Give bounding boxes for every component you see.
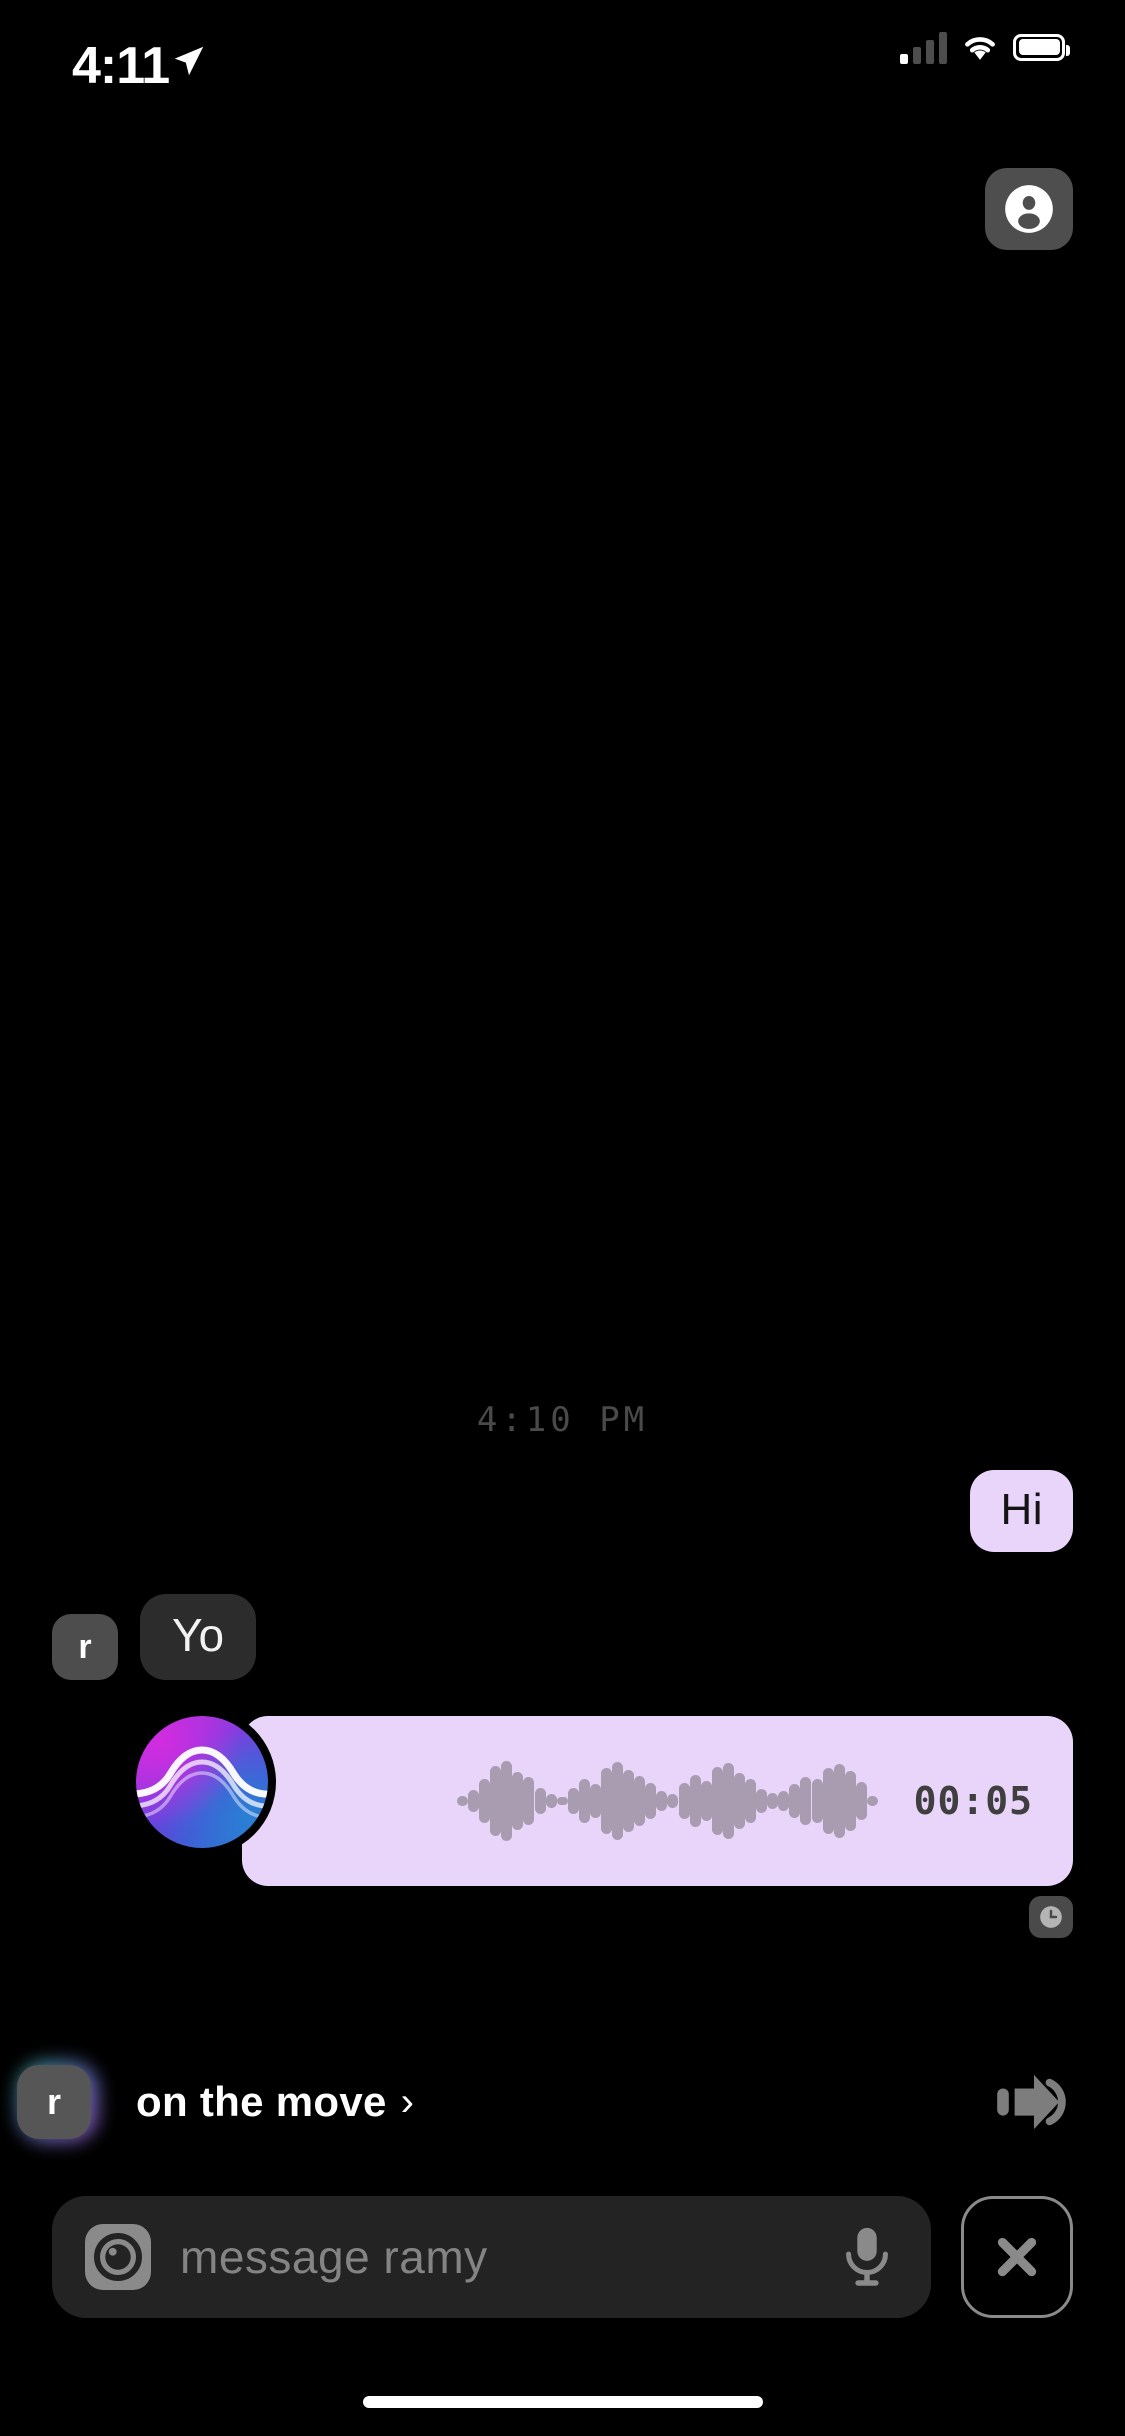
- waveform-bar: [601, 1768, 613, 1834]
- message-composer: message ramy: [0, 2196, 1125, 2318]
- waveform-bar: [789, 1784, 801, 1818]
- waveform-bar: [634, 1776, 646, 1826]
- location-arrow-icon: [174, 46, 204, 76]
- waveform-bar: [457, 1796, 468, 1806]
- voice-message-bubble[interactable]: 00:05: [242, 1716, 1073, 1886]
- waveform-bar: [589, 1784, 601, 1818]
- waveform-bar: [833, 1764, 845, 1838]
- waveform-bar: [656, 1791, 668, 1811]
- voice-duration: 00:05: [913, 1779, 1033, 1823]
- profile-button[interactable]: [985, 168, 1073, 250]
- waveform-bar: [678, 1783, 690, 1819]
- message-input-container[interactable]: message ramy: [52, 2196, 931, 2318]
- message-row-incoming: r Yo: [0, 1594, 1125, 1680]
- voice-message-row: 00:05: [0, 1708, 1125, 1938]
- waveform-bar: [523, 1777, 535, 1825]
- status-badge: [1029, 1896, 1073, 1938]
- presence-row[interactable]: r on the move ›: [0, 2052, 1125, 2152]
- message-bubble-incoming[interactable]: Yo: [140, 1594, 257, 1680]
- audio-wave-avatar[interactable]: [136, 1716, 268, 1848]
- chat-thread: 4:10 PM Hi r Yo 00:05: [0, 1380, 1125, 1938]
- clock-icon: [1040, 1906, 1062, 1928]
- person-circle-icon: [1005, 185, 1053, 233]
- waveform-bar: [800, 1777, 812, 1825]
- waveform-bar: [778, 1791, 790, 1811]
- chevron-right-icon: ›: [400, 2079, 415, 2124]
- camera-icon[interactable]: [82, 2221, 154, 2293]
- waveform-bar: [722, 1763, 734, 1839]
- status-bar-indicators: [900, 30, 1070, 64]
- waveform-bar: [756, 1789, 768, 1813]
- waveform-bar: [534, 1788, 546, 1814]
- waveform-bar: [866, 1796, 878, 1806]
- waveform-bar: [844, 1771, 856, 1831]
- waveform-bar: [501, 1761, 513, 1841]
- waveform-bar: [578, 1779, 590, 1823]
- message-row-outgoing: Hi: [0, 1470, 1125, 1552]
- status-bar-time: 4:11: [72, 37, 170, 95]
- waveform-bar: [733, 1773, 745, 1829]
- waveform-bar: [567, 1788, 579, 1814]
- chat-time-divider: 4:10 PM: [476, 1400, 649, 1440]
- presence-avatar[interactable]: r: [17, 2065, 91, 2139]
- status-bar: 4:11: [0, 0, 1125, 120]
- audio-wave-icon: [136, 1746, 268, 1819]
- waveform-bar: [612, 1762, 624, 1840]
- waveform-bar: [811, 1779, 823, 1823]
- microphone-icon[interactable]: [841, 2224, 893, 2290]
- waveform-bar: [490, 1766, 502, 1836]
- presence-avatar-wrapper[interactable]: r: [0, 2048, 108, 2156]
- voice-avatar-ring: [128, 1708, 276, 1856]
- voice-waveform[interactable]: [457, 1716, 878, 1886]
- avatar[interactable]: r: [52, 1614, 118, 1680]
- close-button[interactable]: [961, 2196, 1073, 2318]
- skip-forward-icon[interactable]: [995, 2071, 1073, 2133]
- message-bubble-outgoing[interactable]: Hi: [970, 1470, 1073, 1552]
- home-indicator: [362, 2396, 763, 2408]
- wifi-icon: [965, 37, 995, 60]
- waveform-bar: [700, 1781, 712, 1821]
- waveform-bar: [512, 1772, 524, 1830]
- waveform-bar: [855, 1782, 867, 1820]
- cellular-signal-icon: [900, 30, 947, 64]
- message-input[interactable]: message ramy: [180, 2230, 841, 2284]
- close-x-icon: [997, 2237, 1037, 2277]
- app-screen: 4:11 4:10 PM Hi r Yo 00:05 r on the move…: [0, 0, 1125, 2436]
- waveform-bar: [556, 1797, 568, 1805]
- waveform-bar: [711, 1767, 723, 1835]
- waveform-bar: [623, 1770, 635, 1832]
- waveform-bar: [822, 1768, 834, 1834]
- waveform-bar: [689, 1775, 701, 1827]
- waveform-bar: [745, 1779, 757, 1823]
- presence-label: on the move: [136, 2078, 387, 2125]
- waveform-bar: [468, 1790, 480, 1812]
- waveform-bar: [645, 1783, 657, 1819]
- waveform-bar: [767, 1793, 779, 1809]
- waveform-bar: [545, 1794, 557, 1808]
- presence-label-group[interactable]: on the move ›: [136, 2078, 414, 2126]
- battery-icon: [1013, 33, 1070, 61]
- waveform-bar: [667, 1794, 679, 1808]
- waveform-bar: [479, 1779, 491, 1823]
